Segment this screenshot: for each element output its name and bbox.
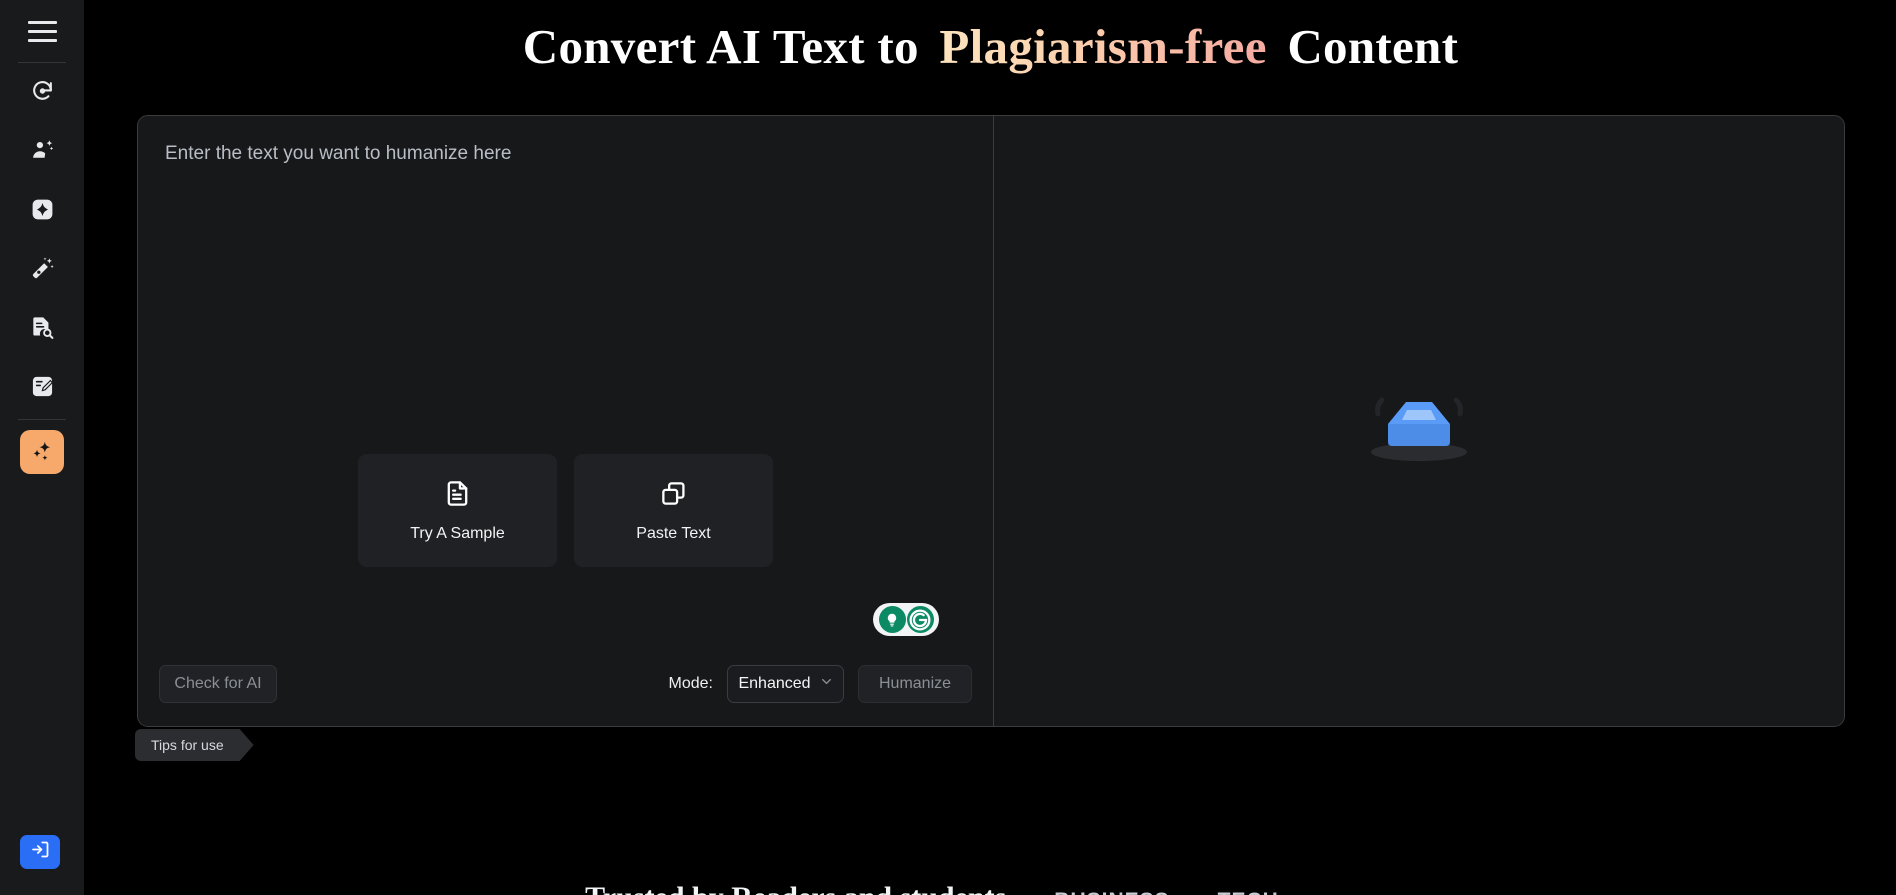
editor-toolbar: Check for AI Mode: Enhanced Humanize [138, 641, 993, 726]
sidebar-item-ai-humanizer[interactable] [20, 128, 64, 172]
document-edit-icon [30, 374, 55, 399]
sidebar-item-grammar-checker[interactable] [20, 364, 64, 408]
page-title-part2: Content [1287, 19, 1459, 74]
copy-paste-icon [659, 479, 688, 513]
magic-wand-sparkle-icon [30, 256, 55, 281]
hamburger-bar [27, 29, 57, 33]
output-pane[interactable] [994, 116, 1844, 726]
input-pane: Enter the text you want to humanize here… [138, 116, 994, 726]
editor-shell: Enter the text you want to humanize here… [137, 115, 1845, 727]
grammarly-lightbulb-icon[interactable] [878, 606, 906, 633]
mode-label: Mode: [668, 674, 713, 692]
mode-select[interactable]: Enhanced [727, 664, 844, 703]
hamburger-bar [27, 38, 57, 42]
ai-detector-refresh-icon [30, 79, 55, 104]
trust-row: Trusted by Readers and students BUSINESS… [85, 881, 1896, 895]
sidebar-item-plagiarism-remover[interactable] [20, 430, 64, 474]
page-title: Convert AI Text to Plagiarism-free Conte… [85, 0, 1896, 75]
check-for-ai-button[interactable]: Check for AI [159, 664, 277, 703]
card-label: Try A Sample [410, 524, 505, 542]
paste-text-button[interactable]: Paste Text [574, 454, 773, 567]
page-title-highlight: Plagiarism-free [931, 19, 1274, 74]
grammarly-g-logo-icon[interactable] [906, 606, 934, 633]
document-search-icon [30, 315, 55, 340]
empty-inbox-tray-icon [1344, 366, 1494, 476]
sidebar-divider-top [18, 62, 66, 63]
login-button[interactable] [20, 835, 60, 869]
toolbar-right-group: Mode: Enhanced Humanize [668, 664, 972, 703]
page-title-part1: Convert AI Text to [522, 19, 919, 74]
chevron-down-icon [820, 675, 833, 693]
document-text-icon [443, 479, 472, 513]
input-action-cards: Try A Sample Paste Text [138, 454, 993, 567]
trust-logo: BUSINESS [1054, 889, 1169, 895]
grammarly-widget[interactable] [873, 603, 939, 636]
humanize-button[interactable]: Humanize [858, 664, 972, 703]
sidebar-nav [20, 69, 64, 408]
hamburger-bar [27, 20, 57, 24]
login-arrow-icon [30, 839, 51, 865]
sidebar [0, 0, 85, 895]
try-a-sample-button[interactable]: Try A Sample [358, 454, 557, 567]
sidebar-item-plagiarism-checker[interactable] [20, 305, 64, 349]
sidebar-divider-mid [18, 419, 66, 420]
sidebar-item-ai-writer[interactable] [20, 187, 64, 231]
card-label: Paste Text [636, 524, 711, 542]
trust-logo: TECH [1218, 889, 1279, 895]
app-root: Convert AI Text to Plagiarism-free Conte… [0, 0, 1896, 895]
hamburger-menu-icon[interactable] [19, 10, 65, 52]
sparkles-icon [29, 439, 55, 465]
input-placeholder: Enter the text you want to humanize here [165, 143, 512, 164]
trust-strip: Trusted by Readers and students BUSINESS… [85, 867, 1896, 895]
trust-headline: Trusted by Readers and students [585, 881, 1006, 895]
mode-select-value: Enhanced [738, 674, 811, 692]
tips-for-use-tab[interactable]: Tips for use [135, 729, 254, 761]
ai-humanizer-person-icon [30, 138, 55, 163]
sidebar-item-paraphraser[interactable] [20, 246, 64, 290]
sidebar-item-ai-detector[interactable] [20, 69, 64, 113]
sparkle-square-icon [30, 197, 55, 222]
